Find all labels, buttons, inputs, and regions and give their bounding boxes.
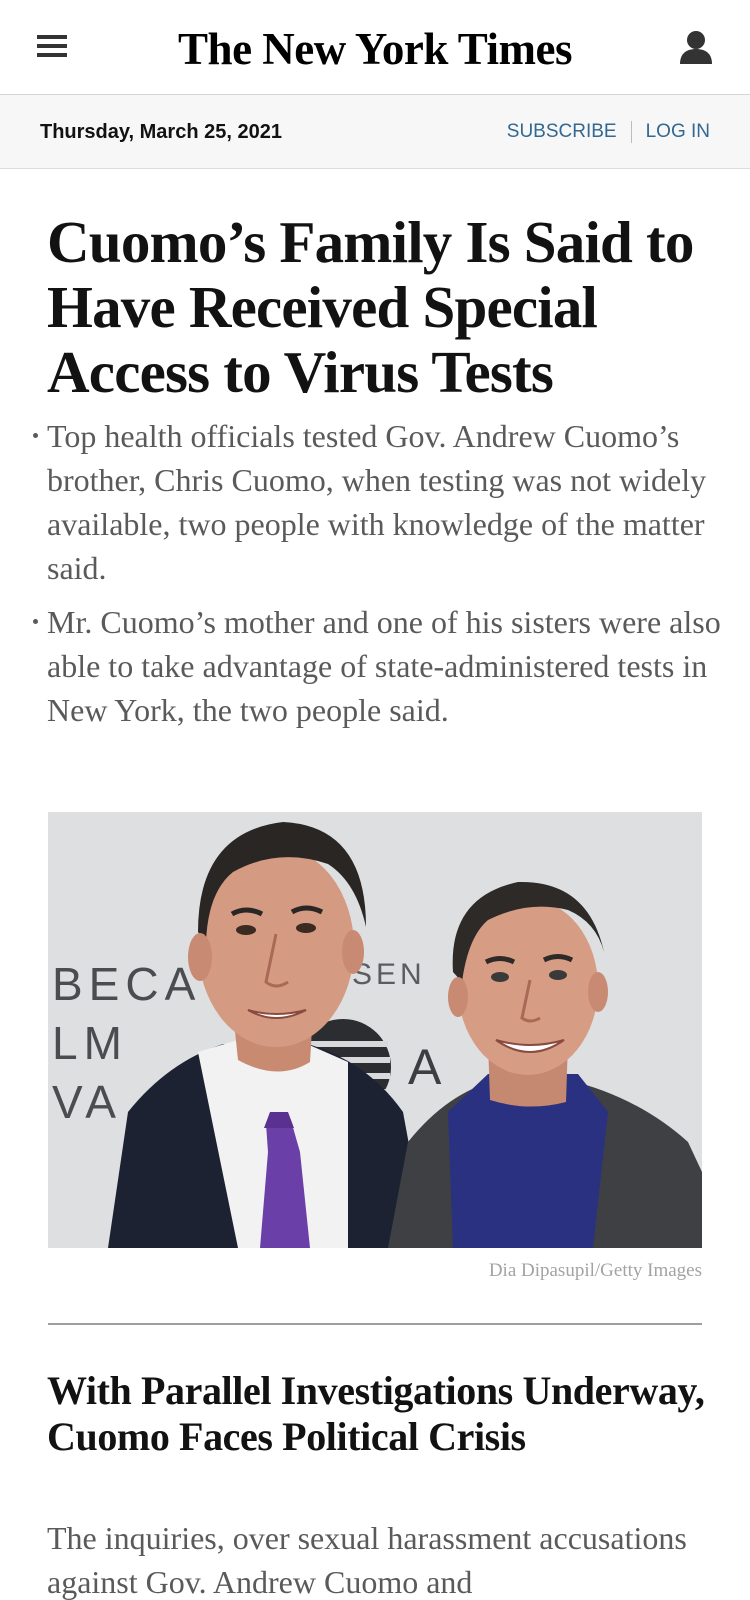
masthead: The New York Times	[0, 0, 750, 95]
photo-backdrop-text: A	[408, 1039, 442, 1095]
date-subscribe-bar: Thursday, March 25, 2021 SUBSCRIBE LOG I…	[0, 95, 750, 169]
hamburger-menu-icon[interactable]	[37, 35, 70, 61]
photo-credit: Dia Dipasupil/Getty Images	[488, 1260, 702, 1281]
summary-bullet: Top health officials tested Gov. Andrew …	[33, 414, 727, 590]
link-separator	[630, 121, 632, 143]
lead-story-photo[interactable]: BECA LM VA SEN A	[48, 812, 702, 1248]
second-story-summary: The inquiries, over sexual harassment ac…	[47, 1520, 687, 1600]
person-account-icon[interactable]	[678, 28, 714, 68]
login-link[interactable]: LOG IN	[646, 119, 710, 145]
photo-backdrop-text: LM	[52, 1017, 128, 1069]
summary-bullet: Mr. Cuomo’s mother and one of his sister…	[33, 600, 727, 732]
lead-story-headline[interactable]: Cuomo’s Family Is Said to Have Received …	[47, 210, 727, 405]
nyt-logo[interactable]: The New York Times	[160, 14, 590, 84]
photo-backdrop-text: VA	[52, 1076, 122, 1128]
photo-backdrop-text: BECA	[52, 958, 201, 1010]
second-story-headline[interactable]: With Parallel Investigations Underway, C…	[47, 1368, 717, 1460]
subscribe-link[interactable]: SUBSCRIBE	[507, 119, 617, 145]
photo-backdrop-text: SEN	[352, 958, 426, 991]
account-links: SUBSCRIBE LOG IN	[507, 119, 710, 145]
story-divider	[48, 1323, 702, 1325]
date-label: Thursday, March 25, 2021	[40, 121, 282, 143]
lead-story-summary: Top health officials tested Gov. Andrew …	[33, 414, 727, 742]
